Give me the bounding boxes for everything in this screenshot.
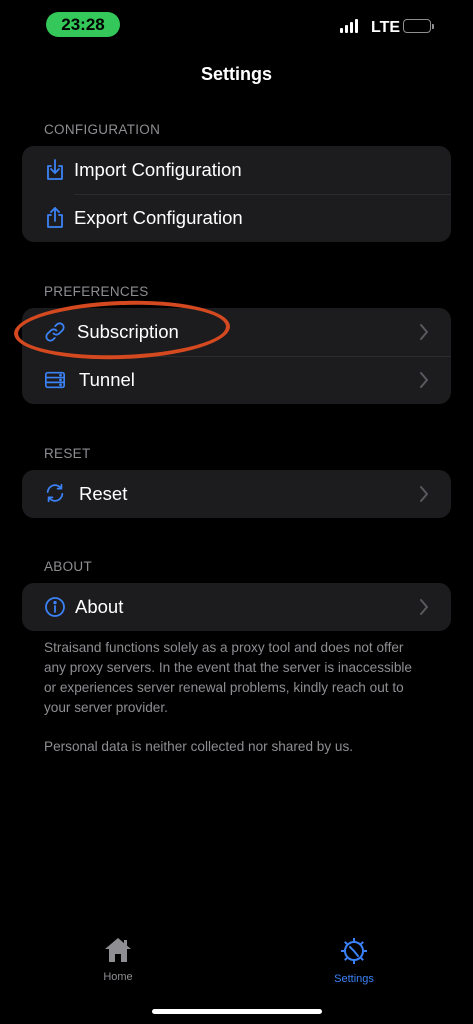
section-header-configuration: CONFIGURATION [44,122,161,137]
reset-card: Reset [22,470,451,518]
cellular-signal-icon [340,19,358,33]
tunnel-label: Tunnel [79,369,135,390]
tab-settings[interactable]: Settings [314,936,394,985]
about-disclaimer: Straisand functions solely as a proxy to… [44,640,412,715]
about-label: About [75,596,124,617]
tab-home[interactable]: Home [78,936,158,983]
home-indicator[interactable] [152,1009,322,1014]
status-time: 23:28 [46,12,120,37]
export-configuration-label: Export Configuration [74,207,243,228]
reset-row[interactable]: Reset [22,470,451,518]
section-header-reset: RESET [44,446,91,461]
tunnel-row[interactable]: Tunnel [22,356,451,404]
page-title: Settings [200,64,272,84]
chevron-right-icon [420,599,428,615]
battery-icon [403,19,434,33]
house-icon [105,938,131,962]
export-configuration-row[interactable]: Export Configuration [22,194,451,242]
refresh-icon [44,482,66,504]
chevron-right-icon [420,324,428,340]
import-configuration-label: Import Configuration [74,159,242,180]
tab-settings-label: Settings [334,973,374,985]
about-row[interactable]: About [22,583,451,631]
server-icon [44,369,66,391]
section-header-about: ABOUT [44,559,93,574]
settings-screen: 23:28 LTE Settings CONFIGURATION Import … [0,0,473,1024]
export-icon [44,207,66,229]
info-icon [44,596,66,618]
chevron-right-icon [420,486,428,502]
tab-home-label: Home [103,971,133,983]
about-card: About [22,583,451,631]
gear-icon [341,938,367,964]
configuration-card: Import Configuration Export Configuratio… [22,146,451,242]
import-icon [44,159,66,181]
section-header-preferences: PREFERENCES [44,284,149,299]
privacy-note: Personal data is neither collected nor s… [44,739,354,754]
network-type: LTE [371,19,401,36]
import-configuration-row[interactable]: Import Configuration [22,146,451,194]
reset-label: Reset [79,483,128,504]
chevron-right-icon [420,372,428,388]
